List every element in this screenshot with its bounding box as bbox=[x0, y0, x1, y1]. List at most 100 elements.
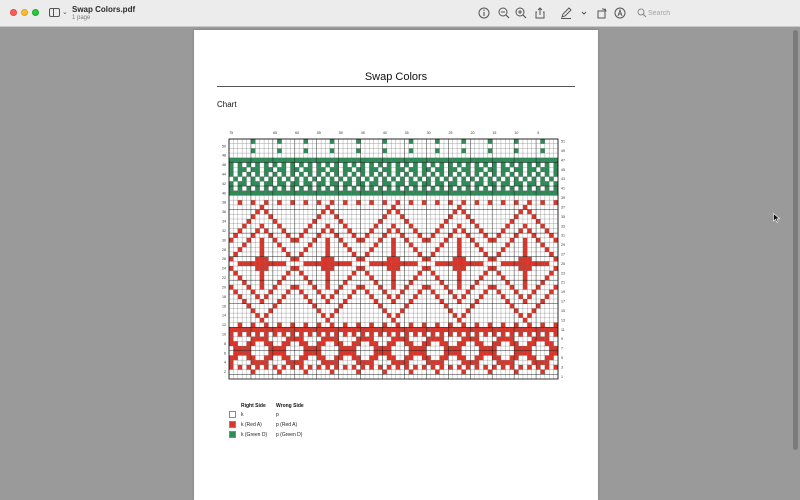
chart-cell-green bbox=[518, 186, 523, 191]
accessibility-button[interactable] bbox=[613, 6, 627, 20]
chart-cell-red bbox=[514, 346, 519, 351]
chart-cell-green bbox=[544, 157, 550, 163]
chart-cell-red bbox=[307, 364, 313, 370]
chart-cell-red bbox=[457, 247, 462, 252]
chart-row-label-left: 32 bbox=[222, 229, 226, 233]
chart-cell-green bbox=[382, 181, 387, 187]
chart-cell-red bbox=[334, 233, 339, 238]
chart-cell-red bbox=[514, 289, 519, 295]
chart-cell-red bbox=[303, 341, 308, 347]
chart-row-label-right: 31 bbox=[561, 234, 565, 238]
chart-cell-red bbox=[347, 294, 352, 299]
chart-cell-red bbox=[522, 299, 528, 304]
chart-cell-red bbox=[474, 299, 480, 304]
chart-cell-red bbox=[229, 336, 234, 342]
vertical-scrollbar[interactable] bbox=[791, 28, 800, 500]
chart-cell-green bbox=[268, 181, 273, 187]
chart-cell-red bbox=[325, 270, 330, 276]
chart-cell-green bbox=[518, 157, 523, 163]
chart-cell-red bbox=[281, 247, 287, 252]
chart-cell-red bbox=[246, 284, 251, 290]
chart-cell-green bbox=[233, 157, 238, 163]
chart-cell-green bbox=[307, 157, 313, 163]
chart-cell-red bbox=[426, 355, 431, 361]
zoom-window-button[interactable] bbox=[32, 9, 39, 16]
chart-cell-red bbox=[417, 233, 423, 238]
chart-row-label-right: 41 bbox=[561, 187, 565, 191]
chart-cell-red bbox=[531, 327, 537, 332]
chart-cell-green bbox=[514, 167, 519, 172]
chart-cell-red bbox=[343, 331, 348, 337]
chart-cell-red bbox=[395, 327, 401, 332]
chart-cell-green bbox=[237, 162, 243, 168]
chart-row-label-right: 15 bbox=[561, 309, 565, 313]
chart-cell-red bbox=[536, 261, 541, 267]
search-input[interactable] bbox=[648, 6, 788, 21]
close-window-button[interactable] bbox=[10, 9, 17, 16]
minimize-window-button[interactable] bbox=[21, 9, 28, 16]
chart-cell-red bbox=[470, 261, 475, 267]
chart-cell-red bbox=[470, 237, 475, 243]
chart-cell-green bbox=[413, 171, 418, 177]
chart-cell-red bbox=[536, 237, 541, 243]
chart-cell-green bbox=[255, 171, 260, 177]
chart-cell-red bbox=[500, 322, 506, 328]
markup-button[interactable] bbox=[559, 6, 573, 20]
chart-cell-red bbox=[540, 261, 545, 267]
chart-cell-red bbox=[259, 360, 265, 365]
chart-cell-red bbox=[413, 346, 418, 351]
markup-icon bbox=[561, 7, 572, 19]
chart-cell-green bbox=[435, 167, 440, 172]
chart-cell-red bbox=[277, 350, 282, 356]
chart-cell-green bbox=[242, 181, 247, 187]
chart-cell-red bbox=[430, 331, 436, 337]
chart-cell-green bbox=[255, 186, 260, 191]
chart-cell-red bbox=[268, 308, 273, 314]
chart-cell-red bbox=[268, 261, 273, 267]
chart-cell-red bbox=[290, 336, 295, 342]
chart-cell-red bbox=[316, 341, 322, 347]
chart-cell-red bbox=[413, 327, 418, 332]
chart-row-label-left: 40 bbox=[222, 191, 226, 195]
chart-cell-red bbox=[264, 364, 269, 370]
chart-cell-red bbox=[316, 308, 322, 314]
markup-menu-button[interactable] bbox=[577, 6, 587, 20]
chart-cell-green bbox=[338, 157, 344, 163]
chart-cell-green bbox=[347, 190, 352, 196]
chart-cell-green bbox=[229, 157, 234, 163]
info-button[interactable] bbox=[477, 6, 491, 20]
chart-cell-red bbox=[465, 261, 471, 267]
chart-cell-green bbox=[435, 190, 440, 196]
zoom-in-button[interactable] bbox=[514, 6, 528, 20]
search-field[interactable] bbox=[633, 6, 793, 21]
chart-cell-green bbox=[531, 167, 537, 172]
chart-cell-green bbox=[413, 186, 418, 191]
chart-cell-red bbox=[500, 261, 506, 267]
chart-cell-green bbox=[479, 167, 484, 172]
chart-cell-green bbox=[395, 190, 401, 196]
scrollbar-thumb[interactable] bbox=[793, 30, 798, 450]
chart-cell-green bbox=[435, 181, 440, 187]
chart-cell-red bbox=[518, 364, 523, 370]
rotate-button[interactable] bbox=[595, 6, 609, 20]
chart-cell-red bbox=[272, 261, 278, 267]
chart-cell-red bbox=[439, 299, 444, 304]
chart-cell-red bbox=[483, 251, 488, 257]
chart-cell-red bbox=[264, 294, 269, 299]
chart-cell-green bbox=[386, 162, 392, 168]
chart-cell-red bbox=[391, 275, 396, 281]
chart-cell-green bbox=[422, 157, 427, 163]
chart-cell-green bbox=[325, 162, 330, 168]
chart-cell-red bbox=[540, 299, 545, 304]
chart-cell-red bbox=[487, 322, 493, 328]
chart-cell-green bbox=[382, 157, 387, 163]
sidebar-toggle-button[interactable]: ⌄ bbox=[48, 7, 68, 19]
chart-cell-green bbox=[487, 176, 493, 182]
zoom-out-button[interactable] bbox=[497, 6, 511, 20]
chart-cell-red bbox=[343, 322, 348, 328]
chart-cell-green bbox=[334, 181, 339, 187]
chart-cell-red bbox=[540, 336, 545, 342]
chart-cell-red bbox=[351, 350, 357, 356]
chart-row-label-right: 17 bbox=[561, 300, 565, 304]
share-button[interactable] bbox=[533, 6, 547, 20]
